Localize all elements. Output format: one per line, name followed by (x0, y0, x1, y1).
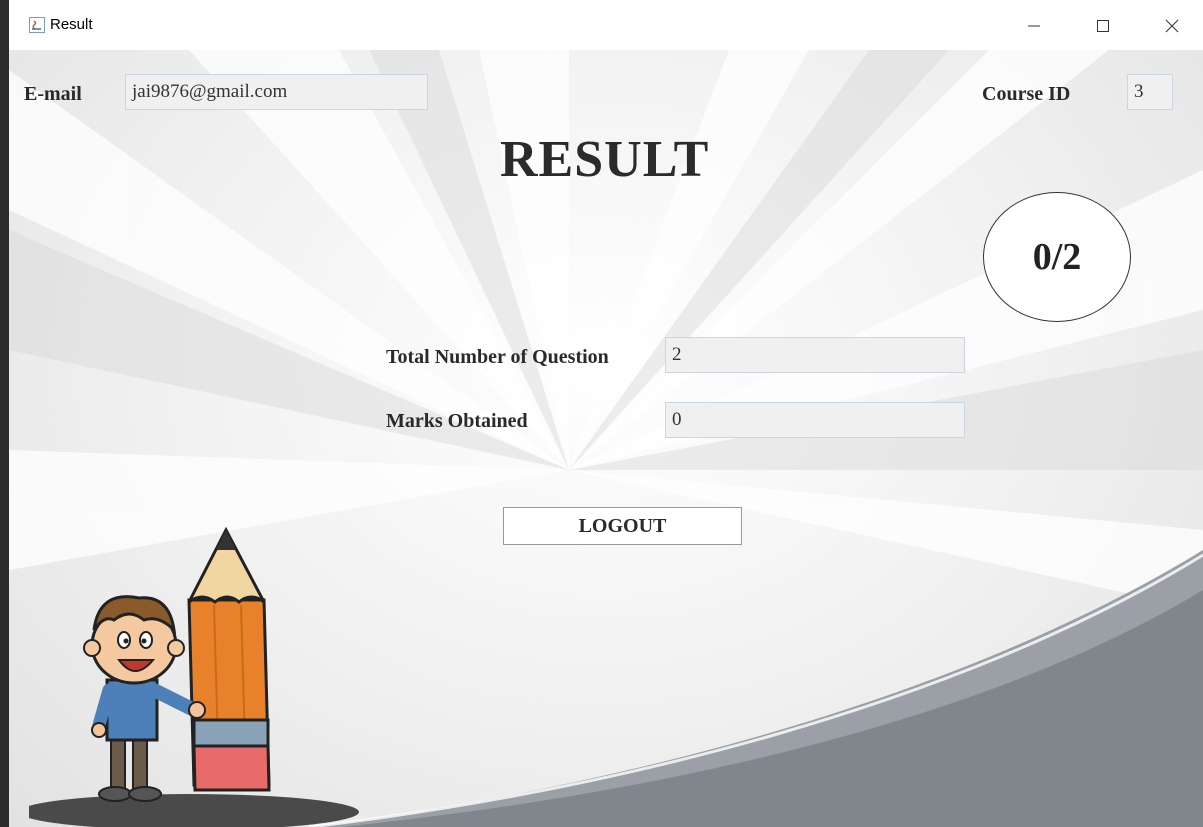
total-questions-label: Total Number of Question (386, 346, 609, 368)
title-bar: Result (9, 0, 1203, 50)
email-field[interactable]: jai9876@gmail.com (125, 74, 428, 110)
maximize-icon (1097, 20, 1109, 32)
minimize-icon (1028, 25, 1040, 27)
boy-with-pencil-illustration (29, 526, 359, 827)
course-id-label: Course ID (982, 83, 1071, 105)
logout-button[interactable]: LOGOUT (503, 507, 742, 545)
window-title: Result (50, 16, 93, 33)
marks-obtained-label: Marks Obtained (386, 410, 528, 432)
email-label: E-mail (24, 83, 82, 105)
minimize-button[interactable] (1011, 10, 1057, 42)
score-circle: 0/2 (983, 192, 1131, 322)
close-icon (1165, 19, 1179, 33)
close-button[interactable] (1149, 10, 1195, 42)
java-app-icon (29, 17, 45, 33)
window-edge (0, 0, 9, 827)
maximize-button[interactable] (1080, 10, 1126, 42)
result-panel: E-mail jai9876@gmail.com Course ID 3 RES… (9, 50, 1203, 827)
result-window: Result E-mail jai9876@gmail.com Course I… (0, 0, 1203, 827)
total-questions-field[interactable]: 2 (665, 337, 965, 373)
page-title: RESULT (500, 131, 710, 188)
course-id-field[interactable]: 3 (1127, 74, 1173, 110)
marks-obtained-field[interactable]: 0 (665, 402, 965, 438)
